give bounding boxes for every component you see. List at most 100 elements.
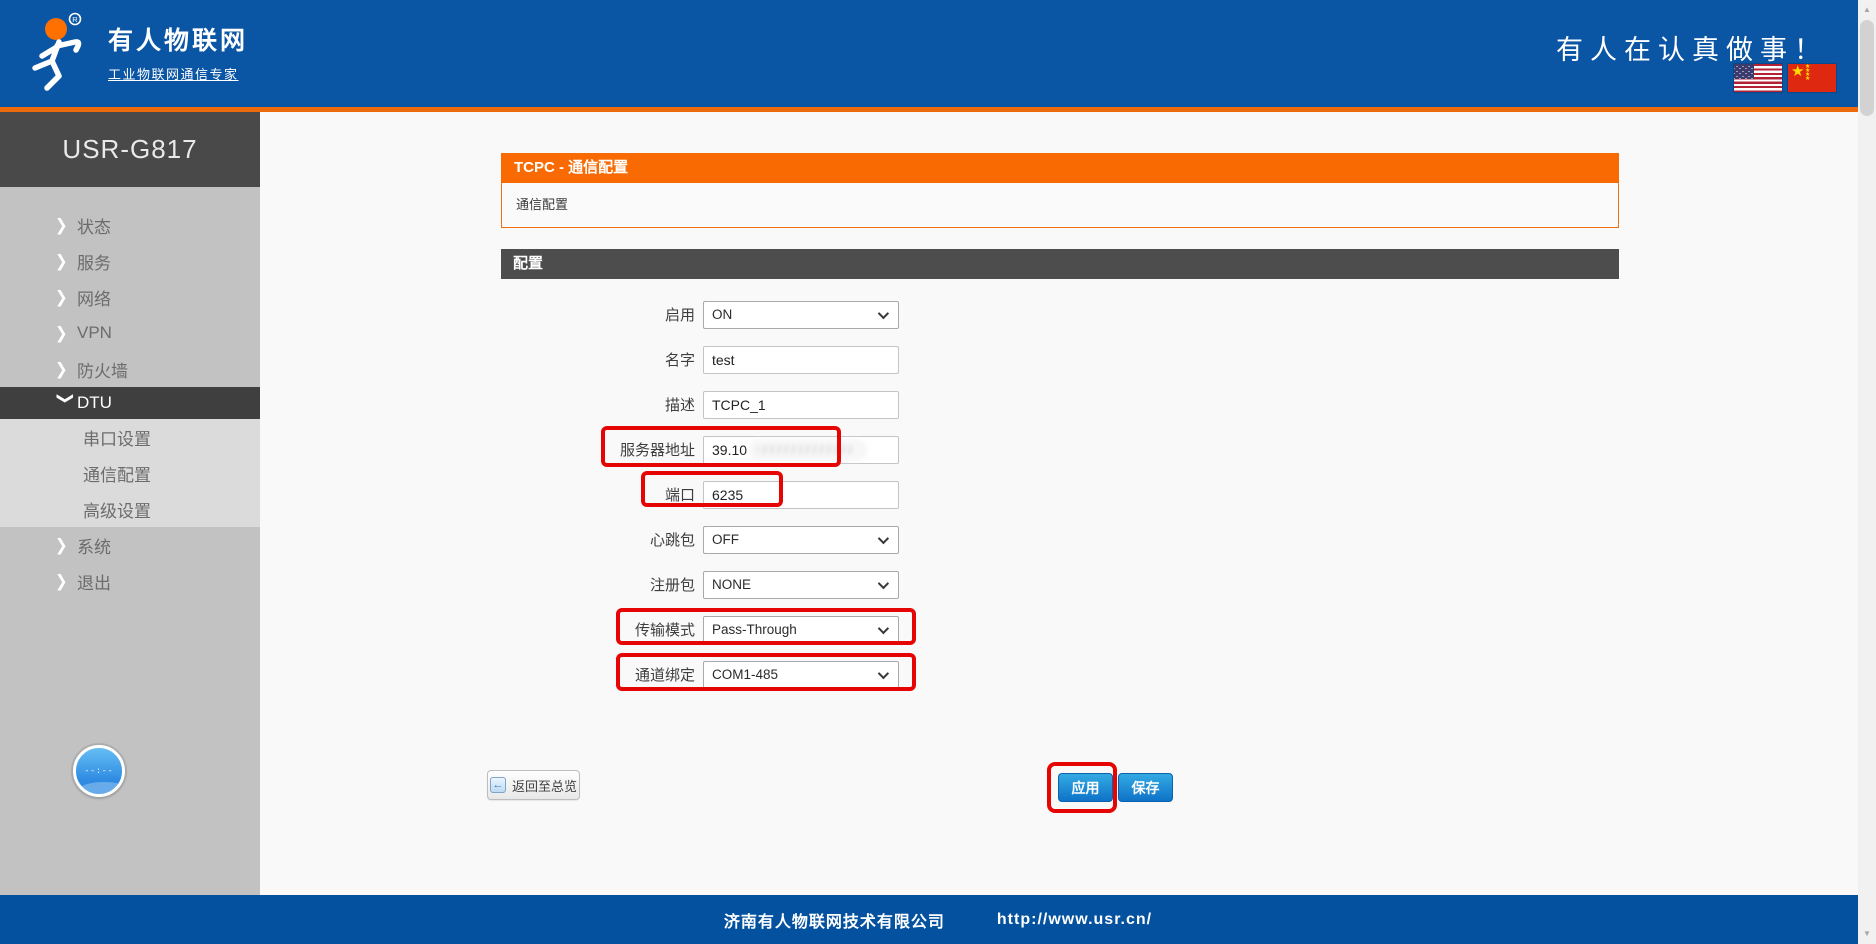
brand-logo: R 有人物联网 工业物联网通信专家 xyxy=(26,12,248,94)
panel-title: TCPC - 通信配置 xyxy=(501,153,1619,183)
sidebar-item-label: 退出 xyxy=(77,569,111,594)
sidebar-item-status[interactable]: ❯ 状态 xyxy=(0,207,260,243)
form-row-enable: 启用 ON xyxy=(501,292,1619,337)
select-value: Pass-Through xyxy=(704,622,878,637)
sidebar-item-dtu[interactable]: ❯ DTU xyxy=(0,387,260,419)
name-input[interactable] xyxy=(703,346,899,374)
sidebar-item-logout[interactable]: ❯ 退出 xyxy=(0,563,260,599)
field-label: 通道绑定 xyxy=(501,664,695,685)
vertical-scrollbar[interactable]: ▲ ▼ xyxy=(1858,0,1876,944)
heartbeat-select[interactable]: OFF xyxy=(703,526,899,554)
form-row-register-packet: 注册包 NONE xyxy=(501,562,1619,607)
sidebar-item-label: VPN xyxy=(77,323,112,343)
field-label: 传输模式 xyxy=(501,619,695,640)
save-button[interactable]: 保存 xyxy=(1118,773,1173,802)
back-to-overview-button[interactable]: ← 返回至总览 xyxy=(487,770,580,800)
config-form: 启用 ON 名字 描述 服务器地址 端口 心跳包 xyxy=(501,292,1619,697)
sidebar-item-system[interactable]: ❯ 系统 xyxy=(0,527,260,563)
scrollbar-thumb[interactable] xyxy=(1860,20,1874,116)
chevron-down-icon xyxy=(878,307,889,318)
sidebar-subitem-label: 通信配置 xyxy=(83,461,151,486)
chevron-down-icon xyxy=(878,667,889,678)
usr-person-logo-icon: R xyxy=(26,12,96,94)
sidebar-item-label: 状态 xyxy=(77,213,111,238)
field-label: 端口 xyxy=(501,484,695,505)
form-row-name: 名字 xyxy=(501,337,1619,382)
field-label: 注册包 xyxy=(501,574,695,595)
select-value: OFF xyxy=(704,532,878,547)
scroll-down-icon[interactable]: ▼ xyxy=(1858,926,1876,942)
sidebar-subitem-serial-settings[interactable]: 串口设置 xyxy=(0,419,260,455)
chevron-down-icon xyxy=(878,622,889,633)
registered-mark-icon: R xyxy=(72,15,78,24)
field-label: 心跳包 xyxy=(501,529,695,550)
chevron-down-icon xyxy=(878,532,889,543)
chevron-right-icon: ❯ xyxy=(55,287,77,307)
panel-subtitle: 通信配置 xyxy=(501,183,1619,228)
chevron-down-icon xyxy=(878,577,889,588)
chevron-right-icon: ❯ xyxy=(55,571,77,591)
select-value: NONE xyxy=(704,577,878,592)
sidebar-subitem-label: 串口设置 xyxy=(83,425,151,450)
cn-flag-small-stars-icon: ★★★★ xyxy=(1805,65,1813,81)
field-label: 描述 xyxy=(501,394,695,415)
section-title: 配置 xyxy=(501,249,1619,279)
sidebar-item-service[interactable]: ❯ 服务 xyxy=(0,243,260,279)
footer-company: 济南有人物联网技术有限公司 xyxy=(724,908,945,932)
footer-url[interactable]: http://www.usr.cn/ xyxy=(997,911,1152,929)
sidebar-item-vpn[interactable]: ❯ VPN xyxy=(0,315,260,351)
field-label: 名字 xyxy=(501,349,695,370)
brand-text: 有人物联网 工业物联网通信专家 xyxy=(108,26,248,94)
apply-button[interactable]: 应用 xyxy=(1058,773,1113,802)
chevron-right-icon: ❯ xyxy=(55,323,77,343)
page: R 有人物联网 工业物联网通信专家 有人在认真做事！ ★ ★★★★ xyxy=(0,0,1876,944)
sidebar-subitem-comm-config[interactable]: 通信配置 xyxy=(0,455,260,491)
sidebar-subitem-label: 高级设置 xyxy=(83,497,151,522)
field-label: 服务器地址 xyxy=(501,439,695,460)
form-row-transfer-mode: 传输模式 Pass-Through xyxy=(501,607,1619,652)
back-button-label: 返回至总览 xyxy=(512,776,577,795)
device-model-title: USR-G817 xyxy=(0,112,260,187)
channel-bind-select[interactable]: COM1-485 xyxy=(703,661,899,689)
sidebar-item-label: 系统 xyxy=(77,533,111,558)
form-row-port: 端口 xyxy=(501,472,1619,517)
chevron-right-icon: ❯ xyxy=(55,535,77,555)
form-row-heartbeat: 心跳包 OFF xyxy=(501,517,1619,562)
sidebar-item-firewall[interactable]: ❯ 防火墙 xyxy=(0,351,260,387)
badge-dashes: --:-- xyxy=(84,767,113,776)
language-flags: ★ ★★★★ xyxy=(1734,64,1836,92)
sidebar-subitem-advanced-settings[interactable]: 高级设置 xyxy=(0,491,260,527)
sidebar-item-label: 网络 xyxy=(77,285,111,310)
dtu-submenu: 串口设置 通信配置 高级设置 xyxy=(0,419,260,527)
form-row-channel-bind: 通道绑定 COM1-485 xyxy=(501,652,1619,697)
footer: 济南有人物联网技术有限公司 http://www.usr.cn/ xyxy=(0,895,1876,944)
description-input[interactable] xyxy=(703,391,899,419)
sidebar-menu: ❯ 状态 ❯ 服务 ❯ 网络 ❯ VPN ❯ 防火墙 ❯ DTU xyxy=(0,187,260,599)
sidebar-item-label: 服务 xyxy=(77,249,111,274)
server-address-input[interactable] xyxy=(703,436,899,464)
sidebar: USR-G817 ❯ 状态 ❯ 服务 ❯ 网络 ❯ VPN ❯ 防火墙 xyxy=(0,112,260,895)
form-row-description: 描述 xyxy=(501,382,1619,427)
header-accent-strip xyxy=(0,107,1876,112)
transfer-mode-select[interactable]: Pass-Through xyxy=(703,616,899,644)
register-packet-select[interactable]: NONE xyxy=(703,571,899,599)
select-value: COM1-485 xyxy=(704,667,878,682)
chevron-right-icon: ❯ xyxy=(55,359,77,379)
sidebar-item-network[interactable]: ❯ 网络 xyxy=(0,279,260,315)
usr-cloud-badge-icon[interactable]: --:-- xyxy=(73,745,125,797)
enable-select[interactable]: ON xyxy=(703,301,899,329)
scroll-up-icon[interactable]: ▲ xyxy=(1858,2,1876,18)
sidebar-item-label: DTU xyxy=(77,393,112,413)
form-row-server-address: 服务器地址 xyxy=(501,427,1619,472)
cn-flag-star-icon: ★ xyxy=(1791,64,1804,80)
header-slogan: 有人在认真做事！ xyxy=(1556,28,1828,67)
english-language-flag-icon[interactable] xyxy=(1734,64,1782,92)
chevron-right-icon: ❯ xyxy=(55,215,77,235)
chinese-language-flag-icon[interactable]: ★ ★★★★ xyxy=(1788,64,1836,92)
brand-subtitle: 工业物联网通信专家 xyxy=(108,64,248,83)
top-header: R 有人物联网 工业物联网通信专家 有人在认真做事！ ★ ★★★★ xyxy=(0,0,1876,107)
port-input[interactable] xyxy=(703,481,899,509)
select-value: ON xyxy=(704,307,878,322)
back-arrow-icon: ← xyxy=(490,777,506,793)
sidebar-item-label: 防火墙 xyxy=(77,357,128,382)
